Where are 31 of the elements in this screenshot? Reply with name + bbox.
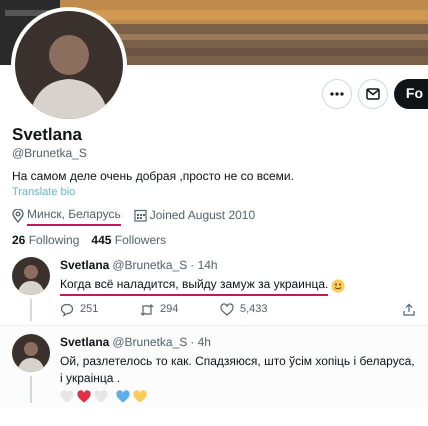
envelope-icon — [366, 88, 380, 100]
follow-button[interactable]: Fo — [394, 78, 428, 108]
tweet-text: Когда всё наладится, выйду замуж за украинца. — [60, 276, 328, 296]
like-count: 5,433 — [240, 302, 268, 318]
profile-name: Svetlana — [12, 125, 83, 145]
stat-link[interactable]: 445 Followers — [91, 232, 166, 249]
tweet-handle: @Brunetka_S — [112, 256, 188, 274]
share-icon[interactable] — [402, 302, 416, 317]
reply-icon[interactable] — [60, 302, 74, 317]
heart-icon[interactable] — [220, 302, 234, 317]
retweet-count: 294 — [160, 302, 178, 318]
joined-date: Joined August 2010 — [150, 207, 256, 224]
calendar-icon — [134, 209, 147, 222]
reply-count: 251 — [80, 302, 98, 318]
location-text: Минск, Беларусь — [27, 206, 121, 226]
more-button[interactable] — [322, 78, 352, 108]
avatar — [12, 256, 50, 295]
profile-bio: На самом деле очень добрая ,просто не со всеми. — [12, 168, 295, 185]
more-icon — [330, 92, 344, 96]
retweet-icon[interactable] — [140, 302, 154, 317]
message-button[interactable] — [358, 78, 388, 108]
tweet-time: · 14h — [190, 256, 218, 274]
tweet-author: Svetlana — [60, 256, 110, 274]
tweet-author: Svetlana — [60, 334, 110, 350]
profile-handle: @Brunetka_S — [12, 145, 88, 162]
tweet-time: · 4h — [190, 334, 211, 350]
location-pin-icon — [12, 208, 24, 223]
stat-link[interactable]: 26 Following — [12, 232, 80, 249]
tweet-text: Ой, разлетелось то как. Спадзяюся, што ўсім хопіць і беларуса, і украінца . — [60, 353, 416, 387]
avatar — [12, 334, 50, 372]
tweet-handle: @Brunetka_S — [112, 334, 188, 350]
